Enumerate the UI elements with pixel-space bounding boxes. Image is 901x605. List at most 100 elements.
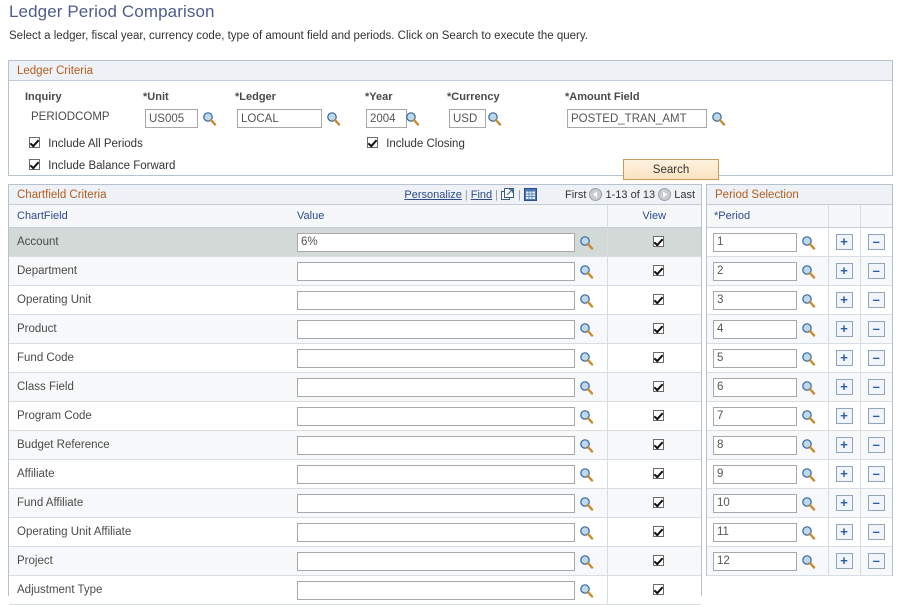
period-lookup-icon[interactable] [801,496,816,511]
add-period-button[interactable]: + [836,466,853,482]
ledger-lookup-icon[interactable] [326,111,341,126]
chartfield-value-lookup-icon[interactable] [579,264,594,279]
period-input[interactable] [713,436,797,455]
add-period-button[interactable]: + [836,379,853,395]
chartfield-view-checkbox[interactable] [653,381,664,392]
add-period-button[interactable]: + [836,321,853,337]
add-period-button[interactable]: + [836,350,853,366]
add-period-button[interactable]: + [836,553,853,569]
next-page-icon[interactable] [658,188,671,201]
ledger-input[interactable] [237,109,322,128]
add-period-button[interactable]: + [836,292,853,308]
period-lookup-icon[interactable] [801,322,816,337]
chartfield-value-input[interactable] [297,436,575,455]
period-input[interactable] [713,465,797,484]
currency-input[interactable] [449,109,486,128]
chartfield-value-input[interactable] [297,320,575,339]
amount-field-lookup-icon[interactable] [711,111,726,126]
chartfield-value-lookup-icon[interactable] [579,467,594,482]
chartfield-value-lookup-icon[interactable] [579,380,594,395]
previous-page-icon[interactable] [589,188,602,201]
remove-period-button[interactable]: – [868,408,885,424]
amount-field-input[interactable] [567,109,707,128]
include-closing-checkbox[interactable]: Include Closing [367,137,465,150]
chartfield-value-input[interactable] [297,233,575,252]
chartfield-value-input[interactable] [297,291,575,310]
period-input[interactable] [713,552,797,571]
unit-input[interactable] [145,109,198,128]
chartfield-value-lookup-icon[interactable] [579,525,594,540]
chartfield-view-checkbox[interactable] [653,497,664,508]
include-all-periods-input[interactable] [29,137,40,148]
chartfield-value-lookup-icon[interactable] [579,322,594,337]
chartfield-view-checkbox[interactable] [653,265,664,276]
remove-period-button[interactable]: – [868,234,885,250]
period-lookup-icon[interactable] [801,380,816,395]
view-all-popup-icon[interactable] [501,188,515,208]
find-link[interactable]: Find [471,189,492,201]
period-lookup-icon[interactable] [801,293,816,308]
chartfield-view-checkbox[interactable] [653,555,664,566]
chartfield-value-lookup-icon[interactable] [579,496,594,511]
include-all-periods-checkbox[interactable]: Include All Periods [29,137,143,150]
chartfield-view-checkbox[interactable] [653,410,664,421]
include-closing-input[interactable] [367,137,378,148]
chartfield-value-lookup-icon[interactable] [579,554,594,569]
period-lookup-icon[interactable] [801,525,816,540]
remove-period-button[interactable]: – [868,495,885,511]
chartfield-value-input[interactable] [297,407,575,426]
period-lookup-icon[interactable] [801,438,816,453]
year-input[interactable] [366,109,407,128]
remove-period-button[interactable]: – [868,466,885,482]
include-balance-forward-input[interactable] [29,159,40,170]
add-period-button[interactable]: + [836,437,853,453]
chartfield-view-checkbox[interactable] [653,323,664,334]
period-lookup-icon[interactable] [801,351,816,366]
chartfield-value-input[interactable] [297,378,575,397]
add-period-button[interactable]: + [836,495,853,511]
chartfield-value-lookup-icon[interactable] [579,351,594,366]
include-balance-forward-checkbox[interactable]: Include Balance Forward [29,159,175,172]
remove-period-button[interactable]: – [868,321,885,337]
add-period-button[interactable]: + [836,234,853,250]
chartfield-value-lookup-icon[interactable] [579,583,594,598]
period-input[interactable] [713,407,797,426]
chartfield-view-checkbox[interactable] [653,352,664,363]
chartfield-value-input[interactable] [297,465,575,484]
remove-period-button[interactable]: – [868,553,885,569]
chartfield-value-input[interactable] [297,494,575,513]
chartfield-view-checkbox[interactable] [653,526,664,537]
year-lookup-icon[interactable] [405,111,420,126]
remove-period-button[interactable]: – [868,350,885,366]
personalize-link[interactable]: Personalize [404,189,461,201]
period-input[interactable] [713,291,797,310]
chartfield-value-input[interactable] [297,349,575,368]
chartfield-view-checkbox[interactable] [653,294,664,305]
period-lookup-icon[interactable] [801,467,816,482]
remove-period-button[interactable]: – [868,437,885,453]
chartfield-value-lookup-icon[interactable] [579,293,594,308]
chartfield-value-input[interactable] [297,523,575,542]
period-input[interactable] [713,349,797,368]
period-input[interactable] [713,494,797,513]
remove-period-button[interactable]: – [868,524,885,540]
remove-period-button[interactable]: – [868,379,885,395]
unit-lookup-icon[interactable] [202,111,217,126]
search-button[interactable]: Search [623,159,719,180]
currency-lookup-icon[interactable] [487,111,502,126]
period-lookup-icon[interactable] [801,554,816,569]
chartfield-value-input[interactable] [297,581,575,600]
remove-period-button[interactable]: – [868,292,885,308]
remove-period-button[interactable]: – [868,263,885,279]
chartfield-view-checkbox[interactable] [653,439,664,450]
chartfield-value-lookup-icon[interactable] [579,235,594,250]
chartfield-view-checkbox[interactable] [653,468,664,479]
period-lookup-icon[interactable] [801,235,816,250]
chartfield-value-lookup-icon[interactable] [579,438,594,453]
add-period-button[interactable]: + [836,524,853,540]
period-input[interactable] [713,262,797,281]
period-input[interactable] [713,233,797,252]
add-period-button[interactable]: + [836,408,853,424]
add-period-button[interactable]: + [836,263,853,279]
chartfield-value-lookup-icon[interactable] [579,409,594,424]
